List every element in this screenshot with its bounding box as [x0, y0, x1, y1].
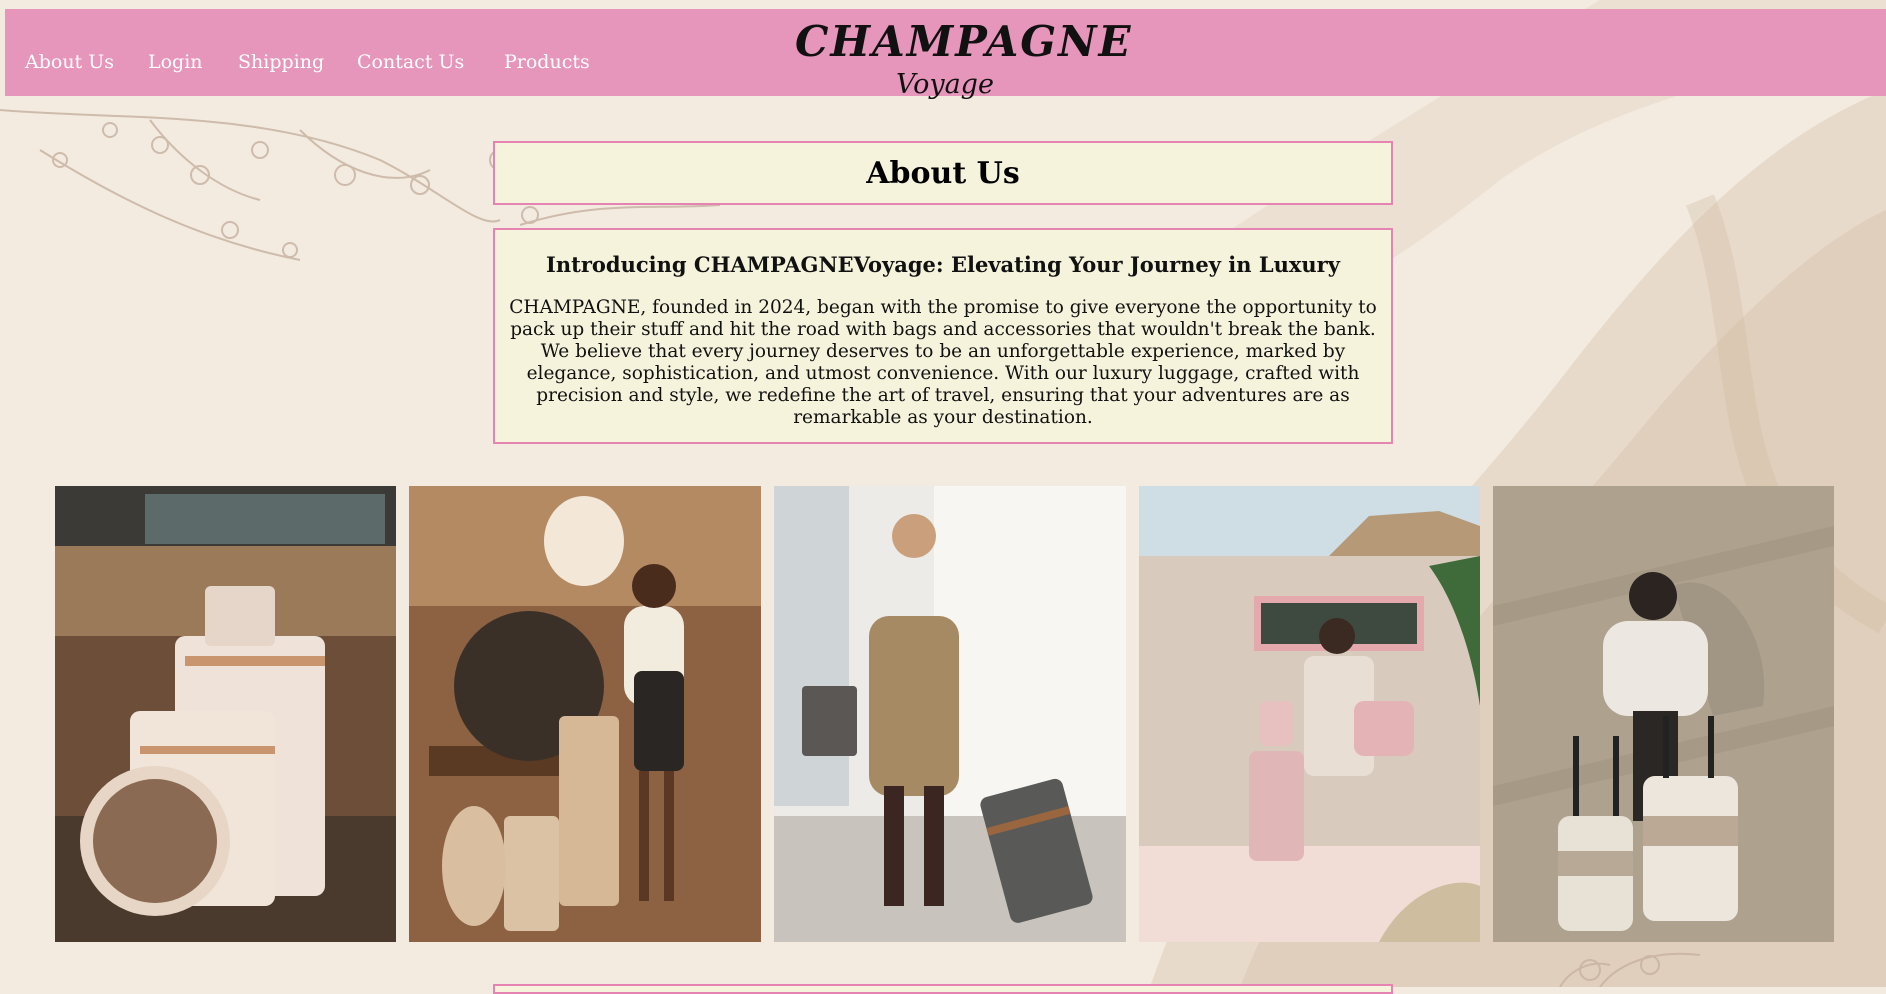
intro-heading: Introducing CHAMPAGNEVoyage: Elevating Y… — [546, 252, 1340, 277]
brand-logo[interactable]: CHAMPAGNE Voyage — [795, 9, 1133, 100]
nav-link-contact-us[interactable]: Contact Us — [357, 51, 464, 73]
woman-white-suitcases-photo — [1493, 486, 1834, 942]
page-title: About Us — [866, 155, 1020, 191]
woman-pink-luggage-photo — [1139, 486, 1480, 942]
luggage-set-photo — [55, 486, 396, 942]
intro-body: CHAMPAGNE, founded in 2024, began with t… — [509, 297, 1377, 428]
man-with-suitcase-photo — [774, 486, 1126, 942]
nav-link-login[interactable]: Login — [148, 51, 203, 73]
logo-subtitle: Voyage — [896, 69, 994, 100]
woman-with-luggage-photo — [409, 486, 761, 942]
logo-title: CHAMPAGNE — [795, 17, 1133, 66]
next-section-box — [493, 984, 1393, 994]
nav-link-shipping[interactable]: Shipping — [238, 51, 324, 73]
nav-link-products[interactable]: Products — [504, 51, 590, 73]
top-navbar: About Us Login Shipping Contact Us Produ… — [5, 9, 1886, 100]
intro-box: Introducing CHAMPAGNEVoyage: Elevating Y… — [493, 228, 1393, 444]
nav-link-about-us[interactable]: About Us — [25, 51, 114, 73]
about-title-box: About Us — [493, 141, 1393, 205]
